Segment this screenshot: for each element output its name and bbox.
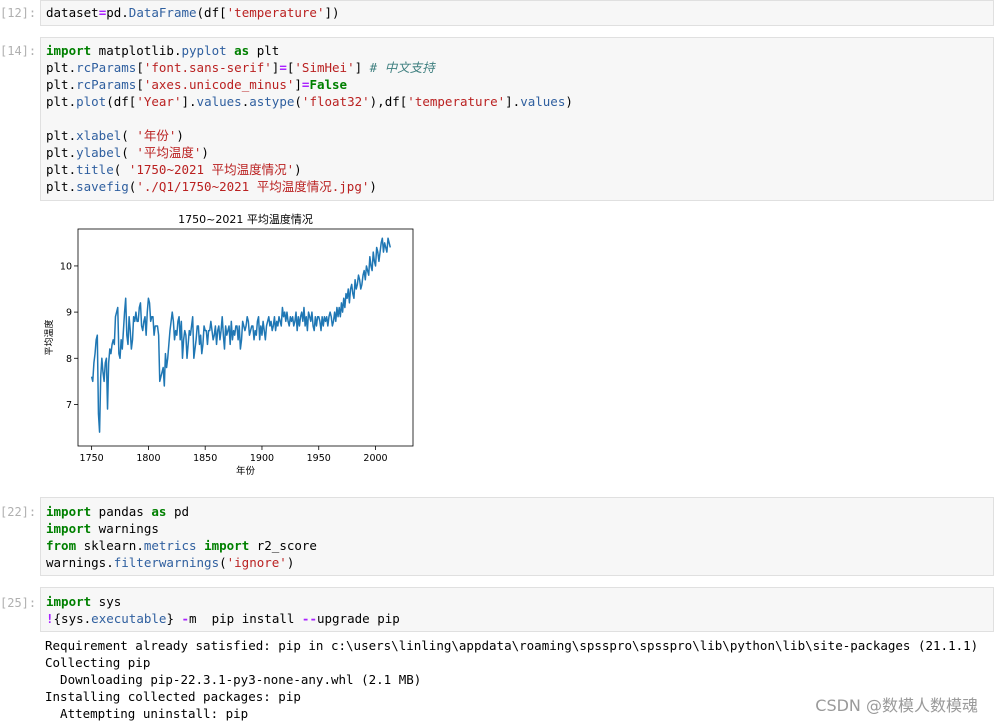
output-line: Requirement already satisfied: pip in c:…	[45, 638, 979, 653]
code-text: plt.xlabel( '年份')	[46, 128, 184, 143]
code-text: plt.savefig('./Q1/1750~2021 平均温度情况.jpg')	[46, 179, 377, 194]
code-line: plt.rcParams['axes.unicode_minus']=False	[46, 76, 347, 93]
code-line: from sklearn.metrics import r2_score	[46, 537, 317, 554]
chart-title: 1750~2021 平均温度情况	[178, 212, 313, 226]
code-cell[interactable]: import pandas as pd import warnings from…	[40, 497, 994, 576]
x-tick-label: 1850	[193, 453, 217, 464]
output-line: Installing collected packages: pip	[45, 689, 301, 704]
code-line: import matplotlib.pyplot as plt	[46, 42, 279, 59]
y-axis-label: 平均温度	[43, 319, 55, 355]
code-line: !{sys.executable} -m pip install --upgra…	[46, 610, 400, 627]
code-line: import pandas as pd	[46, 503, 189, 520]
y-tick-label: 9	[66, 308, 72, 319]
code-cell[interactable]: dataset=pd.DataFrame(df['temperature'])	[40, 0, 994, 26]
y-tick-label: 7	[66, 400, 72, 411]
x-tick-label: 1950	[307, 453, 331, 464]
y-tick-label: 8	[66, 354, 72, 365]
cell-prompt: [14]:	[0, 44, 37, 58]
code-text: import warnings	[46, 521, 159, 536]
code-line: import sys	[46, 593, 121, 610]
cell-prompt: [25]:	[0, 596, 37, 610]
y-tick-label: 10	[60, 261, 72, 272]
code-text: import pandas as pd	[46, 504, 190, 519]
code-text: plt.plot(df['Year'].values.astype('float…	[46, 94, 573, 109]
code-cell[interactable]: import matplotlib.pyplot as plt plt.rcPa…	[40, 37, 994, 201]
code-text: plt.rcParams['font.sans-serif']=['SimHei…	[46, 60, 435, 75]
code-line: warnings.filterwarnings('ignore')	[46, 554, 294, 571]
code-line: import warnings	[46, 520, 159, 537]
code-text: plt.ylabel( '平均温度')	[46, 145, 209, 160]
code-line: plt.ylabel( '平均温度')	[46, 144, 209, 161]
x-tick-label: 2000	[363, 453, 387, 464]
code-text: import sys	[46, 594, 122, 609]
csdn-watermark: CSDN @数模人数模魂	[815, 696, 978, 715]
code-line: plt.xlabel( '年份')	[46, 127, 184, 144]
cell-prompt: [22]:	[0, 505, 37, 519]
code-line: dataset=pd.DataFrame(df['temperature'])	[46, 4, 340, 21]
code-text: warnings.filterwarnings('ignore')	[46, 555, 295, 570]
code-line: plt.savefig('./Q1/1750~2021 平均温度情况.jpg')	[46, 178, 377, 195]
x-tick-label: 1800	[136, 453, 160, 464]
code-line: plt.rcParams['font.sans-serif']=['SimHei…	[46, 59, 435, 76]
code-line: plt.title( '1750~2021 平均温度情况')	[46, 161, 302, 178]
code-text: plt.title( '1750~2021 平均温度情况')	[46, 162, 302, 177]
output-line: Downloading pip-22.3.1-py3-none-any.whl …	[45, 672, 422, 687]
code-text: dataset=pd.DataFrame(df['temperature'])	[46, 5, 340, 20]
code-line: plt.plot(df['Year'].values.astype('float…	[46, 93, 573, 110]
output-line: Attempting uninstall: pip	[45, 706, 249, 721]
code-cell[interactable]: import sys !{sys.executable} -m pip inst…	[40, 587, 994, 632]
code-text: plt.rcParams['axes.unicode_minus']=False	[46, 77, 348, 92]
temperature-line-chart: 1750 1800 1850 1900 1950 2000 7 8 9 10 1750~2021 平…	[43, 212, 414, 477]
cell-prompt: [12]:	[0, 6, 37, 20]
output-line: Collecting pip	[45, 655, 151, 670]
temperature-series-line	[90, 237, 392, 433]
code-text: !{sys.executable} -m pip install --upgra…	[46, 611, 400, 626]
x-tick-label: 1750	[80, 453, 104, 464]
x-tick-label: 1900	[250, 453, 274, 464]
code-text: from sklearn.metrics import r2_score	[46, 538, 317, 553]
code-text: import matplotlib.pyplot as plt	[46, 43, 280, 58]
x-axis-label: 年份	[236, 465, 256, 477]
